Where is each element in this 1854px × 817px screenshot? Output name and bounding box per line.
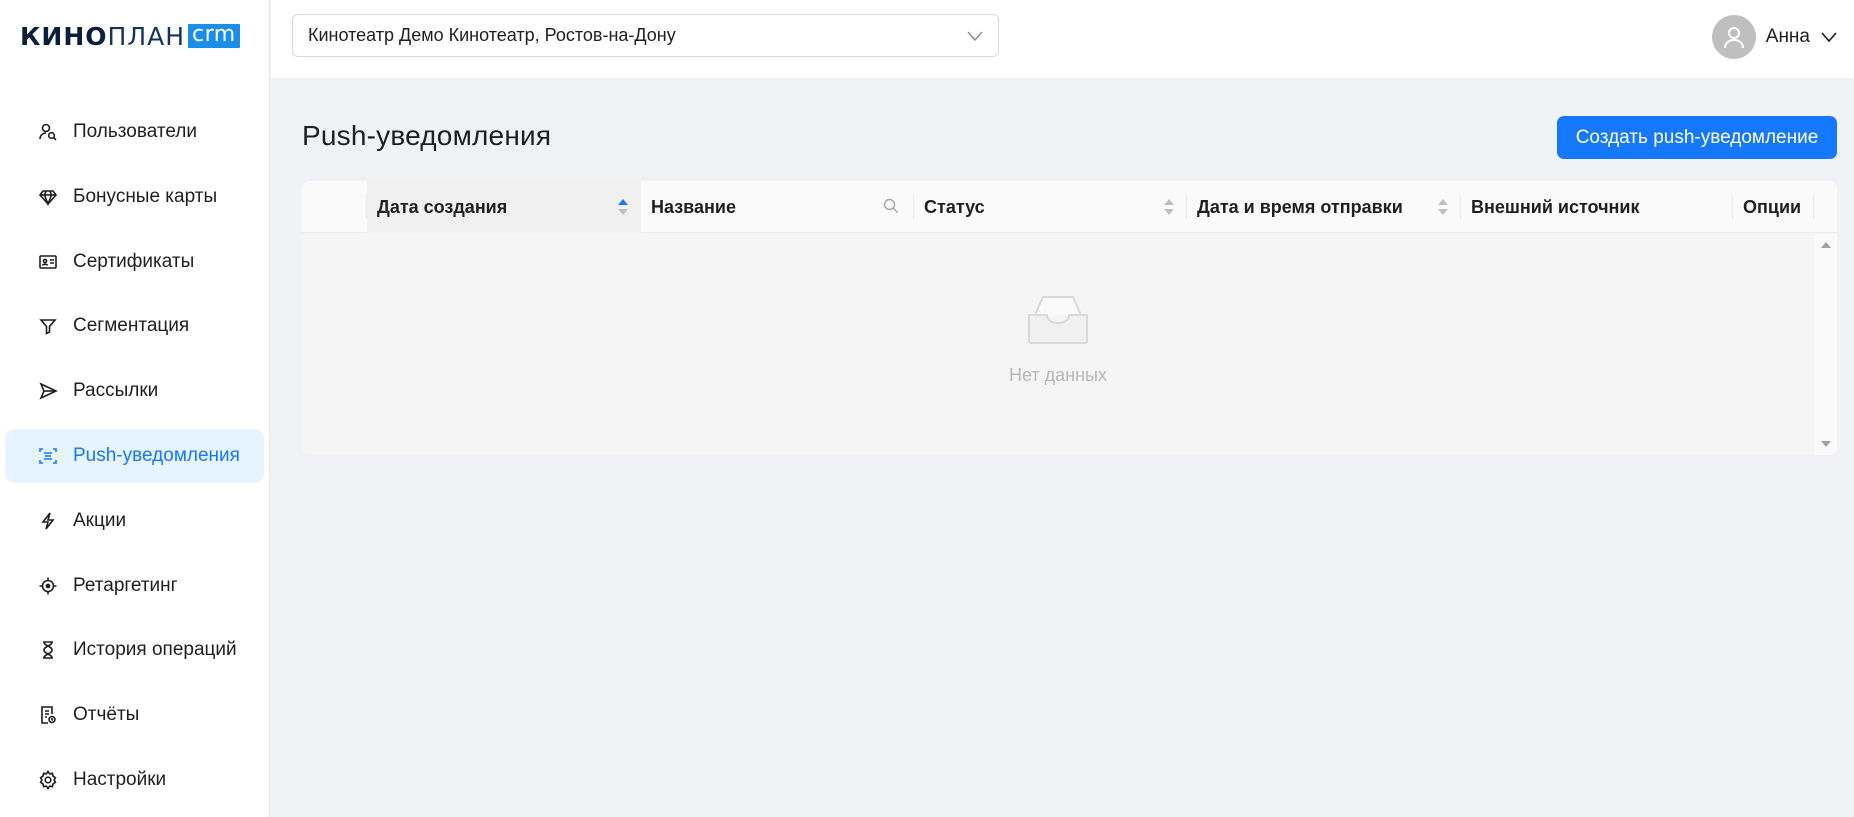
column-header-external-source: Внешний источник: [1461, 181, 1733, 233]
column-header-send-datetime[interactable]: Дата и время отправки: [1187, 181, 1461, 233]
column-header-status[interactable]: Статус: [914, 181, 1187, 233]
sidebar-item-history[interactable]: История операций: [5, 623, 264, 677]
user-icon: [1723, 27, 1744, 49]
top-header: Кинотеатр Демо Кинотеатр, Ростов-на-Дону…: [271, 0, 1854, 78]
table-header: Дата создания Название Статус Дата и вре…: [302, 181, 1837, 233]
lightning-icon: [37, 510, 59, 532]
push-scan-icon: [37, 445, 59, 467]
sidebar-item-certificates[interactable]: Сертификаты: [5, 235, 264, 289]
sidebar-item-reports[interactable]: Отчёты: [5, 688, 264, 742]
sidebar: КИНО ПЛАН crm Пользователи Бонусные карт…: [0, 0, 270, 817]
column-header-select: [302, 181, 367, 233]
brand-logo-badge: crm: [188, 24, 240, 48]
cinema-select-value: Кинотеатр Демо Кинотеатр, Ростов-на-Дону: [308, 25, 676, 45]
chevron-down-icon: [1821, 32, 1837, 43]
user-name: Анна: [1765, 26, 1810, 47]
cinema-select[interactable]: Кинотеатр Демо Кинотеатр, Ростов-на-Дону: [292, 14, 999, 57]
column-divider: [1813, 195, 1814, 219]
column-header-label: Название: [651, 196, 736, 217]
send-icon: [37, 380, 59, 402]
column-header-label: Дата создания: [377, 196, 508, 217]
sort-icon[interactable]: [1437, 196, 1449, 218]
sidebar-item-label: Бонусные карты: [73, 185, 218, 207]
empty-state: Нет данных: [302, 234, 1814, 455]
column-header-name[interactable]: Название: [641, 181, 914, 233]
sidebar-item-label: Отчёты: [73, 704, 140, 726]
column-header-options: Опции: [1733, 181, 1814, 233]
sidebar-item-label: Настройки: [73, 768, 167, 790]
create-push-button[interactable]: Создать push-уведомление: [1557, 116, 1837, 159]
empty-state-text: Нет данных: [1009, 365, 1107, 385]
sidebar-item-label: Ретаргетинг: [73, 574, 178, 596]
sidebar-item-label: История операций: [73, 639, 237, 661]
column-header-created-date[interactable]: Дата создания: [367, 181, 641, 233]
column-header-label: Дата и время отправки: [1197, 196, 1403, 217]
scroll-up-arrow-icon[interactable]: [1821, 242, 1831, 248]
user-menu[interactable]: Анна: [1711, 15, 1838, 59]
push-notifications-table: Дата создания Название Статус Дата и вре…: [302, 181, 1837, 455]
sidebar-item-label: Пользователи: [73, 121, 198, 142]
sidebar-item-push-notifications[interactable]: Push-уведомления: [5, 428, 264, 483]
sidebar-item-label: Акции: [73, 509, 127, 531]
table-body: Нет данных: [302, 234, 1814, 455]
sidebar-item-users[interactable]: Пользователи: [5, 105, 264, 159]
column-header-label: Внешний источник: [1471, 196, 1640, 217]
sidebar-item-label: Push-уведомления: [73, 444, 240, 466]
sidebar-item-label: Сегментация: [73, 315, 190, 337]
column-header-label: Опции: [1743, 196, 1802, 217]
sidebar-item-label: Рассылки: [73, 380, 159, 402]
diamond-icon: [37, 186, 59, 208]
avatar: [1711, 15, 1756, 59]
gear-icon: [37, 769, 59, 791]
user-search-icon: [37, 121, 59, 143]
hourglass-icon: [37, 639, 59, 661]
filter-icon: [37, 315, 59, 337]
sidebar-item-bonus-cards[interactable]: Бонусные карты: [5, 170, 264, 224]
brand-logo-part1: КИНО: [20, 21, 108, 51]
sidebar-item-settings[interactable]: Настройки: [5, 753, 264, 807]
page-title: Push-уведомления: [302, 120, 552, 151]
sort-asc-icon[interactable]: [617, 196, 629, 218]
empty-inbox-icon: [1028, 296, 1088, 344]
sidebar-nav: Пользователи Бонусные карты Сертификаты …: [5, 105, 264, 817]
sidebar-item-segmentation[interactable]: Сегментация: [5, 299, 264, 353]
sidebar-item-retargeting[interactable]: Ретаргетинг: [5, 559, 264, 613]
column-header-label: Статус: [924, 196, 985, 217]
search-icon[interactable]: [882, 197, 900, 215]
sort-icon[interactable]: [1163, 196, 1175, 218]
sidebar-item-promotions[interactable]: Акции: [5, 494, 264, 548]
brand-logo[interactable]: КИНО ПЛАН crm: [20, 21, 240, 51]
chevron-down-icon: [967, 31, 983, 42]
scroll-down-arrow-icon[interactable]: [1821, 441, 1831, 447]
table-scrollbar[interactable]: [1814, 234, 1837, 455]
report-icon: [37, 704, 59, 726]
id-card-icon: [37, 251, 59, 273]
target-icon: [37, 575, 59, 597]
sidebar-item-label: Сертификаты: [73, 250, 195, 272]
brand-logo-part2: ПЛАН: [107, 21, 186, 51]
sidebar-item-mailings[interactable]: Рассылки: [5, 364, 264, 418]
